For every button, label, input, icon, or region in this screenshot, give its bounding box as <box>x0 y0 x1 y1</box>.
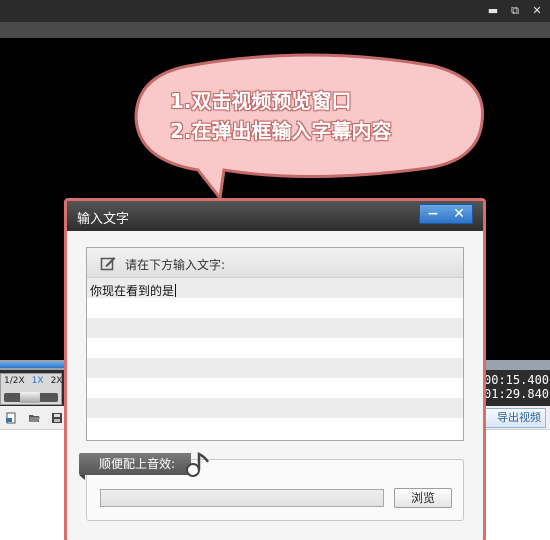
export-video-button[interactable]: 导出视频 <box>484 408 546 428</box>
restore-window-button[interactable]: ⧉ <box>506 3 524 19</box>
tip-line-2: 2.在弹出框输入字幕内容 <box>170 119 392 143</box>
sound-file-field[interactable] <box>100 489 384 507</box>
minimize-window-button[interactable]: ▬ <box>484 3 502 19</box>
speed-slider[interactable] <box>4 392 58 403</box>
window-controls: ▬ ⧉ ✕ <box>484 3 546 19</box>
sound-section-label: 顺便配上音效: <box>79 453 191 475</box>
save-icon[interactable] <box>51 412 63 424</box>
time-readout: 00:15.400 01:29.840 <box>484 373 550 401</box>
open-folder-icon[interactable] <box>28 412 40 424</box>
speed-half-option[interactable]: 1/2X <box>4 376 25 386</box>
browse-button[interactable]: 浏览 <box>394 488 452 508</box>
text-input-panel[interactable]: 请在下方输入文字: 你现在看到的是 <box>86 247 464 441</box>
total-time: 01:29.840 <box>484 387 550 401</box>
dialog-title: 输入文字 <box>77 212 130 227</box>
dialog-minimize-button[interactable]: − <box>420 205 446 223</box>
tip-line-1: 1.双击视频预览窗口 <box>170 89 352 113</box>
text-panel-header: 请在下方输入文字: <box>87 248 463 278</box>
subtitle-textarea[interactable]: 你现在看到的是 <box>90 282 177 299</box>
input-text-dialog: 输入文字 − ✕ 请在下方输入文字: 你现在看到的是 顺便配上音效: 浏览 <box>64 198 486 540</box>
typed-text-value: 你现在看到的是 <box>90 284 175 298</box>
tip-bubble-text: 1.双击视频预览窗口 2.在弹出框输入字幕内容 <box>170 86 470 146</box>
sound-tag-notch <box>79 475 85 480</box>
current-time: 00:15.400 <box>484 373 550 387</box>
close-window-button[interactable]: ✕ <box>528 3 546 19</box>
text-lines <box>87 278 463 438</box>
music-note-icon <box>186 451 210 477</box>
edit-icon <box>100 257 116 271</box>
new-file-icon[interactable] <box>5 412 17 424</box>
dialog-controls: − ✕ <box>419 204 473 224</box>
speed-slider-knob[interactable] <box>20 392 40 403</box>
speed-options: 1/2X 1X 2X <box>4 376 62 386</box>
playback-speed-control: 1/2X 1X 2X <box>0 373 62 405</box>
dialog-close-button[interactable]: ✕ <box>446 205 472 223</box>
speed-double-option[interactable]: 2X <box>51 376 63 386</box>
dialog-title-bar[interactable]: 输入文字 − ✕ <box>67 201 483 231</box>
text-caret <box>175 284 177 297</box>
top-toolstrip <box>0 22 550 38</box>
app-title-bar: ▬ ⧉ ✕ <box>0 0 550 22</box>
text-section-label: 请在下方输入文字: <box>125 258 226 272</box>
speed-normal-option[interactable]: 1X <box>32 376 44 386</box>
